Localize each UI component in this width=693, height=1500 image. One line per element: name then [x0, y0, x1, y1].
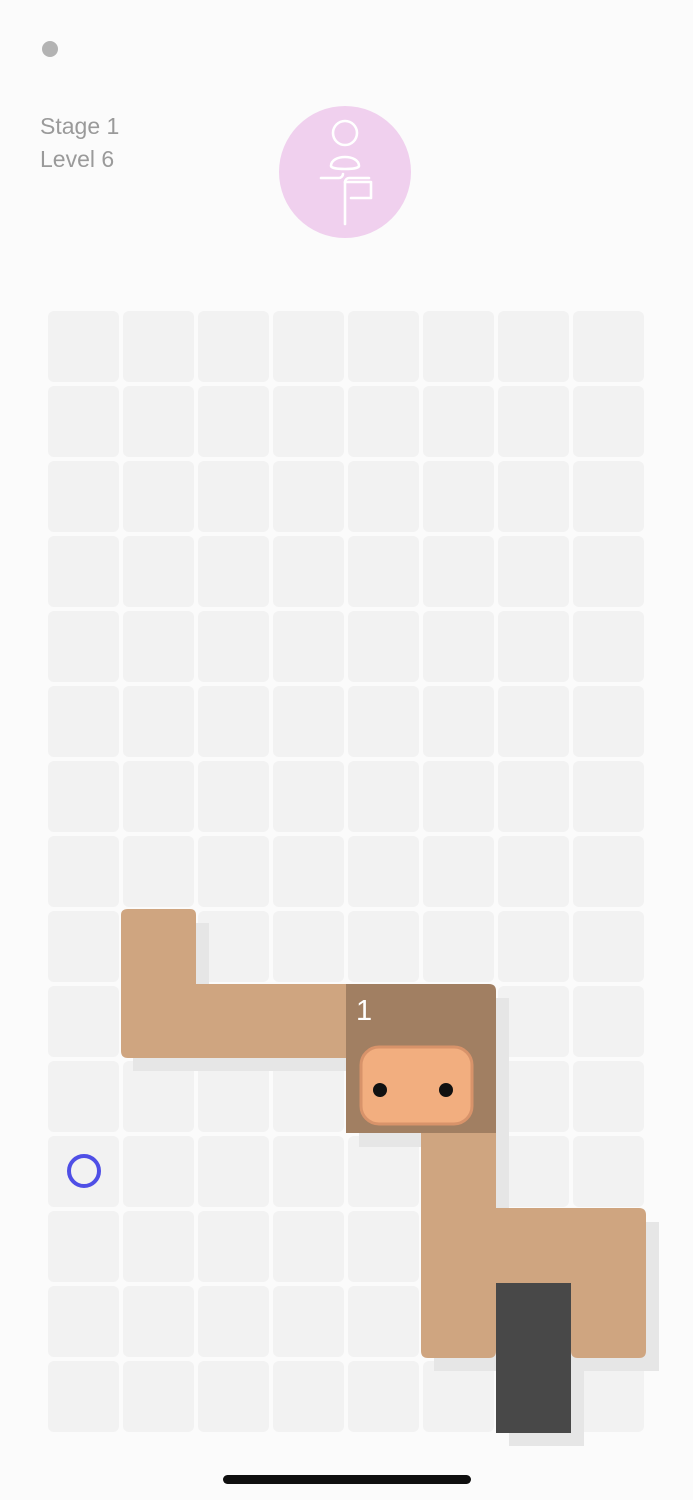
home-indicator[interactable] — [223, 1475, 471, 1484]
head-badge-number: 1 — [356, 995, 372, 1027]
stage-label: Stage 1 — [40, 113, 120, 139]
game-board: 1 — [48, 311, 659, 1446]
puzzle-pieces: 1 — [67, 909, 659, 1446]
dark-block[interactable] — [496, 1283, 571, 1433]
menu-dot-icon[interactable] — [42, 41, 58, 57]
right-eye-icon — [439, 1083, 453, 1097]
level-info: Stage 1 Level 6 — [40, 110, 119, 176]
level-label: Level 6 — [40, 146, 115, 172]
body-segment-left[interactable] — [121, 909, 346, 1058]
goal-ring-icon[interactable] — [67, 1154, 101, 1188]
yoga-pose-icon — [279, 106, 411, 238]
left-eye-icon — [373, 1083, 387, 1097]
